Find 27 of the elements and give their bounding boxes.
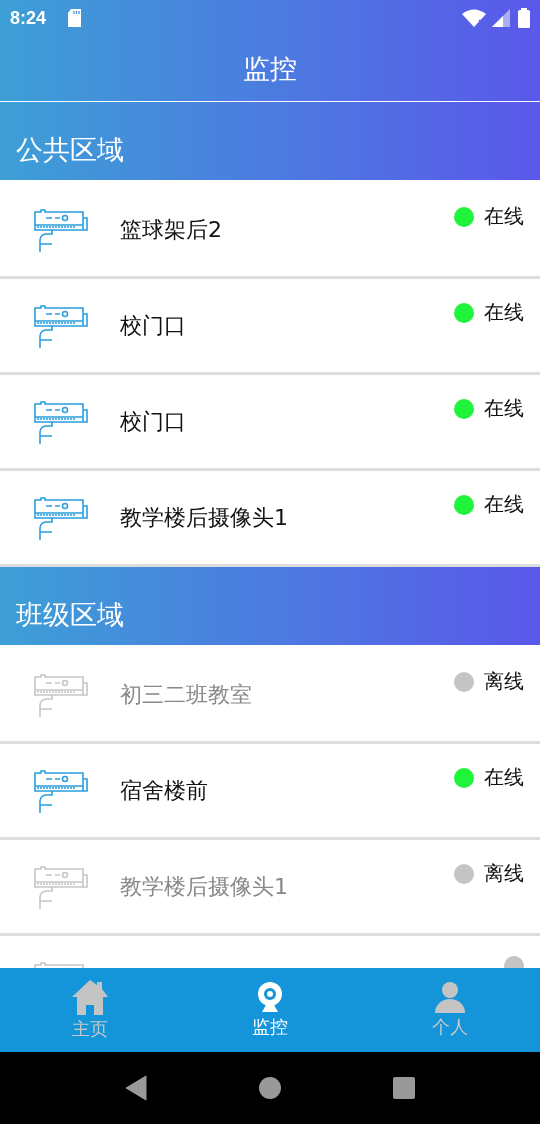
page-title: 监控 [242,51,298,86]
camera-name: 教学楼后摄像头1 [120,872,288,901]
webcam-icon [257,981,283,1013]
section-header: 班级区域 [0,567,540,645]
signal-icon [492,9,512,27]
status-label: 在线 [484,203,524,230]
wifi-icon [462,9,486,27]
camera-name: 校门口 [120,407,186,436]
camera-name: 校门口 [120,311,186,340]
house-icon [71,979,109,1015]
sd-card-icon [68,9,83,27]
person-icon [434,981,466,1013]
section-header: 公共区域 [0,102,540,180]
status-label: 离线 [484,668,524,695]
status-label: 在线 [484,299,524,326]
camera-name: 宿舍楼前 [120,776,208,805]
battery-icon [518,8,530,28]
back-icon[interactable] [125,1075,147,1101]
status-label: 在线 [484,491,524,518]
status-time: 8:24 [10,7,47,29]
camera-name: 初三二班教室 [120,680,252,709]
status-label: 在线 [484,764,524,791]
status-label: 在线 [484,395,524,422]
camera-name: 教学楼后摄像头1 [120,503,288,532]
home-icon[interactable] [259,1077,281,1099]
camera-name: 篮球架后2 [120,215,222,244]
status-label: 离线 [484,860,524,887]
